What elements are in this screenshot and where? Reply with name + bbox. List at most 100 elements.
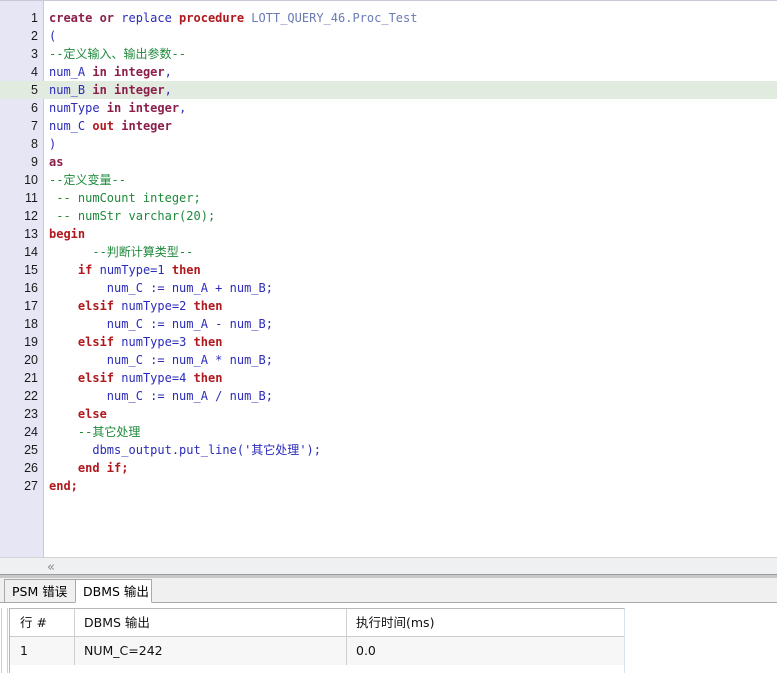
code-line[interactable]: 25 dbms_output.put_line('其它处理'); bbox=[0, 441, 777, 459]
code-token: -- bbox=[171, 47, 186, 61]
line-number: 5 bbox=[0, 81, 38, 99]
code-token: dbms_output.put_line(' bbox=[49, 443, 252, 457]
grid-column-header[interactable]: 执行时间(ms) bbox=[346, 609, 624, 636]
code-token: -- bbox=[49, 47, 64, 61]
line-number: 4 bbox=[31, 65, 38, 79]
editor-horizontal-scrollbar[interactable]: « bbox=[0, 557, 777, 578]
code-editor[interactable]: 1 create or replace procedure LOTT_QUERY_… bbox=[0, 0, 777, 557]
code-line-text: num_A in integer, bbox=[49, 63, 172, 81]
code-line[interactable]: 13 begin bbox=[0, 225, 777, 243]
code-token: 其它处理 bbox=[251, 443, 300, 457]
code-token: begin bbox=[49, 227, 86, 241]
code-line-text: end if; bbox=[49, 459, 129, 477]
code-line[interactable]: 1 create or replace procedure LOTT_QUERY_… bbox=[0, 9, 777, 27]
code-line[interactable]: 22 num_C := num_A / num_B; bbox=[0, 387, 777, 405]
code-line[interactable]: 26 end if; bbox=[0, 459, 777, 477]
code-line[interactable]: 24 --其它处理 bbox=[0, 423, 777, 441]
line-number: 26 bbox=[24, 461, 38, 475]
code-token: elsif bbox=[77, 371, 122, 385]
code-line[interactable]: 16 num_C := num_A + num_B; bbox=[0, 279, 777, 297]
grid-body[interactable]: 1 NUM_C=242 0.0 bbox=[10, 637, 624, 665]
code-token: elsif bbox=[77, 299, 122, 313]
code-token: num_C bbox=[49, 119, 93, 133]
code-token: num_C := num_A - num_B; bbox=[49, 317, 273, 331]
code-line[interactable]: 21 elsif numType=4 then bbox=[0, 369, 777, 387]
results-vertical-scrollbar[interactable] bbox=[1, 608, 8, 673]
code-line[interactable]: 10 --定义变量-- bbox=[0, 171, 777, 189]
code-line[interactable]: 19 elsif numType=3 then bbox=[0, 333, 777, 351]
code-line[interactable]: 11 -- numCount integer; bbox=[0, 189, 777, 207]
column-divider bbox=[346, 637, 347, 665]
grid-column-header[interactable]: 行 # bbox=[10, 609, 74, 636]
code-line[interactable]: 9 as bbox=[0, 153, 777, 171]
grid-header-row: 行 # DBMS 输出 执行时间(ms) bbox=[10, 609, 624, 637]
code-line[interactable]: 27 end; bbox=[0, 477, 777, 495]
code-token: -- numCount integer; bbox=[49, 191, 201, 205]
line-number: 1 bbox=[31, 11, 38, 25]
code-line[interactable]: 6 numType in integer, bbox=[0, 99, 777, 117]
table-row[interactable]: 1 NUM_C=242 0.0 bbox=[10, 637, 624, 665]
code-token: -- bbox=[178, 245, 194, 259]
code-text-area[interactable]: 1 create or replace procedure LOTT_QUERY_… bbox=[0, 9, 777, 495]
code-token: procedure bbox=[179, 11, 252, 25]
code-token: -- bbox=[49, 245, 107, 259]
code-token: in bbox=[106, 101, 129, 115]
code-token: ) bbox=[49, 137, 57, 151]
code-line[interactable]: 7 num_C out integer bbox=[0, 117, 777, 135]
code-token: in bbox=[92, 65, 115, 79]
code-token: elsif bbox=[77, 335, 122, 349]
code-token: '); bbox=[299, 443, 321, 457]
code-line[interactable]: 18 num_C := num_A - num_B; bbox=[0, 315, 777, 333]
code-line[interactable]: 20 num_C := num_A * num_B; bbox=[0, 351, 777, 369]
column-divider[interactable] bbox=[346, 609, 347, 636]
code-line-text: dbms_output.put_line('其它处理'); bbox=[49, 441, 321, 459]
table-cell: 1 bbox=[20, 643, 28, 658]
code-line-text: else bbox=[49, 405, 107, 423]
line-number: 7 bbox=[31, 119, 38, 133]
line-number: 10 bbox=[24, 173, 38, 187]
code-token: ( bbox=[49, 29, 57, 43]
line-number: 23 bbox=[24, 407, 38, 421]
code-line[interactable]: 23 else bbox=[0, 405, 777, 423]
code-line[interactable]: 5 num_B in integer, bbox=[0, 81, 777, 99]
code-line-text: --定义变量-- bbox=[49, 171, 126, 189]
tab-psm-errors[interactable]: PSM 错误 bbox=[4, 579, 76, 603]
grid-column-header[interactable]: DBMS 输出 bbox=[74, 609, 346, 636]
column-divider[interactable] bbox=[74, 609, 75, 636]
code-token: 定义变量 bbox=[63, 173, 112, 187]
line-number: 27 bbox=[24, 479, 38, 493]
line-number: 11 bbox=[25, 191, 38, 205]
table-cell: NUM_C=242 bbox=[84, 643, 163, 658]
code-token: integer bbox=[114, 83, 165, 97]
line-number: 22 bbox=[24, 389, 38, 403]
code-line[interactable]: 3 --定义输入、输出参数-- bbox=[0, 45, 777, 63]
code-token: if bbox=[77, 263, 100, 277]
code-token: -- bbox=[49, 173, 64, 187]
results-tab-strip[interactable]: PSM 错误 DBMS 输出 bbox=[0, 578, 777, 603]
code-line[interactable]: 17 elsif numType=2 then bbox=[0, 297, 777, 315]
line-number: 6 bbox=[31, 101, 38, 115]
line-number: 3 bbox=[31, 47, 38, 61]
code-token: LOTT_QUERY_46.Proc_Test bbox=[251, 11, 418, 25]
code-line[interactable]: 15 if numType=1 then bbox=[0, 261, 777, 279]
code-line[interactable]: 2( bbox=[0, 27, 777, 45]
sql-editor-window: 1 create or replace procedure LOTT_QUERY_… bbox=[0, 0, 777, 673]
dbms-output-grid[interactable]: 行 # DBMS 输出 执行时间(ms) 1 NUM_C=242 0.0 bbox=[9, 608, 625, 673]
code-line-text: -- numStr varchar(20); bbox=[49, 207, 215, 225]
code-line-text: num_B in integer, bbox=[49, 81, 172, 99]
code-line-text: elsif numType=3 then bbox=[49, 333, 223, 351]
code-line-text: numType in integer, bbox=[49, 99, 186, 117]
code-token: integer bbox=[128, 101, 180, 115]
code-line-text: num_C out integer bbox=[49, 117, 172, 135]
code-token: 判断计算类型 bbox=[106, 245, 179, 259]
table-cell: 0.0 bbox=[356, 643, 376, 658]
code-token: numType=1 bbox=[99, 263, 172, 277]
tab-dbms-output[interactable]: DBMS 输出 bbox=[75, 579, 152, 603]
code-line[interactable]: 4 num_A in integer, bbox=[0, 63, 777, 81]
code-line[interactable]: 14 --判断计算类型-- bbox=[0, 243, 777, 261]
code-token: numType=3 bbox=[121, 335, 194, 349]
line-number: 20 bbox=[24, 353, 38, 367]
code-line[interactable]: 8) bbox=[0, 135, 777, 153]
code-line[interactable]: 12 -- numStr varchar(20); bbox=[0, 207, 777, 225]
